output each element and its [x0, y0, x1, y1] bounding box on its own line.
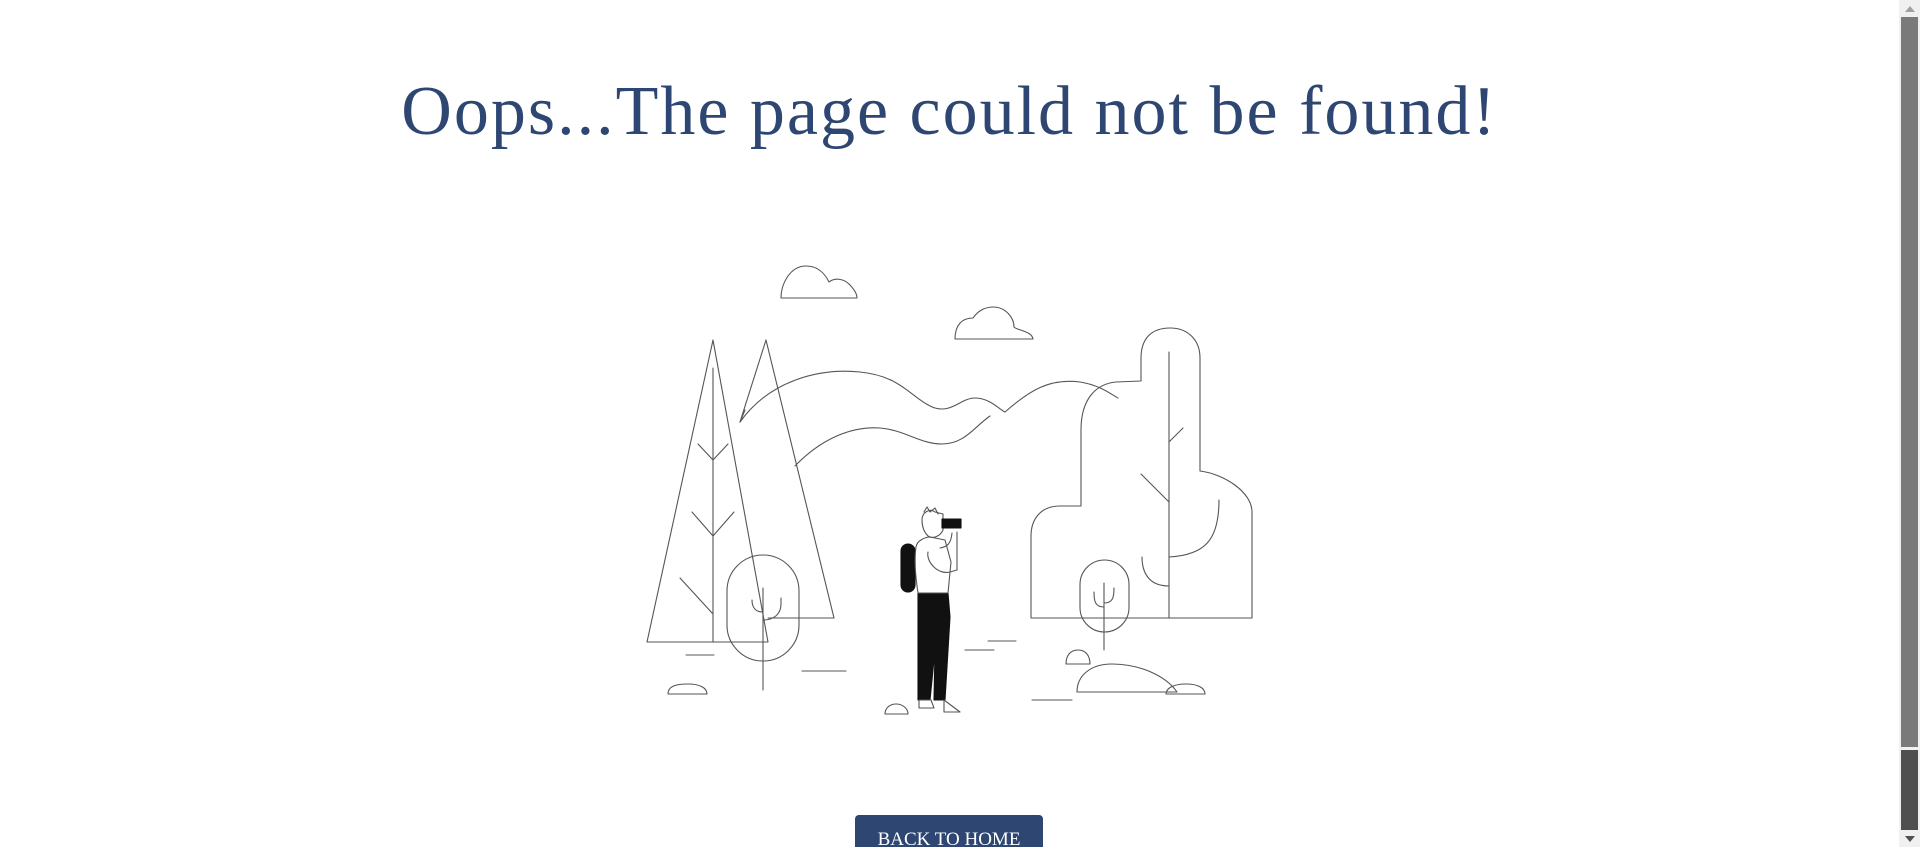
hills: [739, 370, 1119, 467]
vertical-scrollbar[interactable]: [1899, 0, 1920, 847]
page-title: Oops...The page could not be found!: [401, 73, 1498, 150]
arrow-down-icon[interactable]: [1899, 830, 1920, 847]
binoculars: [941, 518, 962, 529]
pants: [917, 592, 951, 701]
hiker-illustration: [646, 265, 1253, 715]
not-found-page: Oops...The page could not be found! BACK…: [0, 0, 1920, 847]
backpack: [900, 543, 916, 593]
big-tree-right: [1030, 327, 1253, 619]
small-tree-left: [726, 554, 800, 691]
tall-tree-left: [646, 339, 769, 643]
cloud-right: [954, 306, 1034, 340]
back-to-home-button[interactable]: BACK TO HOME: [855, 815, 1043, 847]
scrollbar-thumb[interactable]: [1901, 17, 1918, 747]
hiker: [900, 506, 962, 713]
main-content: Oops...The page could not be found! BACK…: [0, 0, 1899, 847]
tall-tree-right: [739, 339, 835, 619]
arrow-up-icon[interactable]: [1899, 0, 1920, 17]
cloud-left: [780, 265, 858, 299]
small-tree-right: [1079, 559, 1130, 651]
scrollbar-track-lower[interactable]: [1901, 750, 1918, 830]
